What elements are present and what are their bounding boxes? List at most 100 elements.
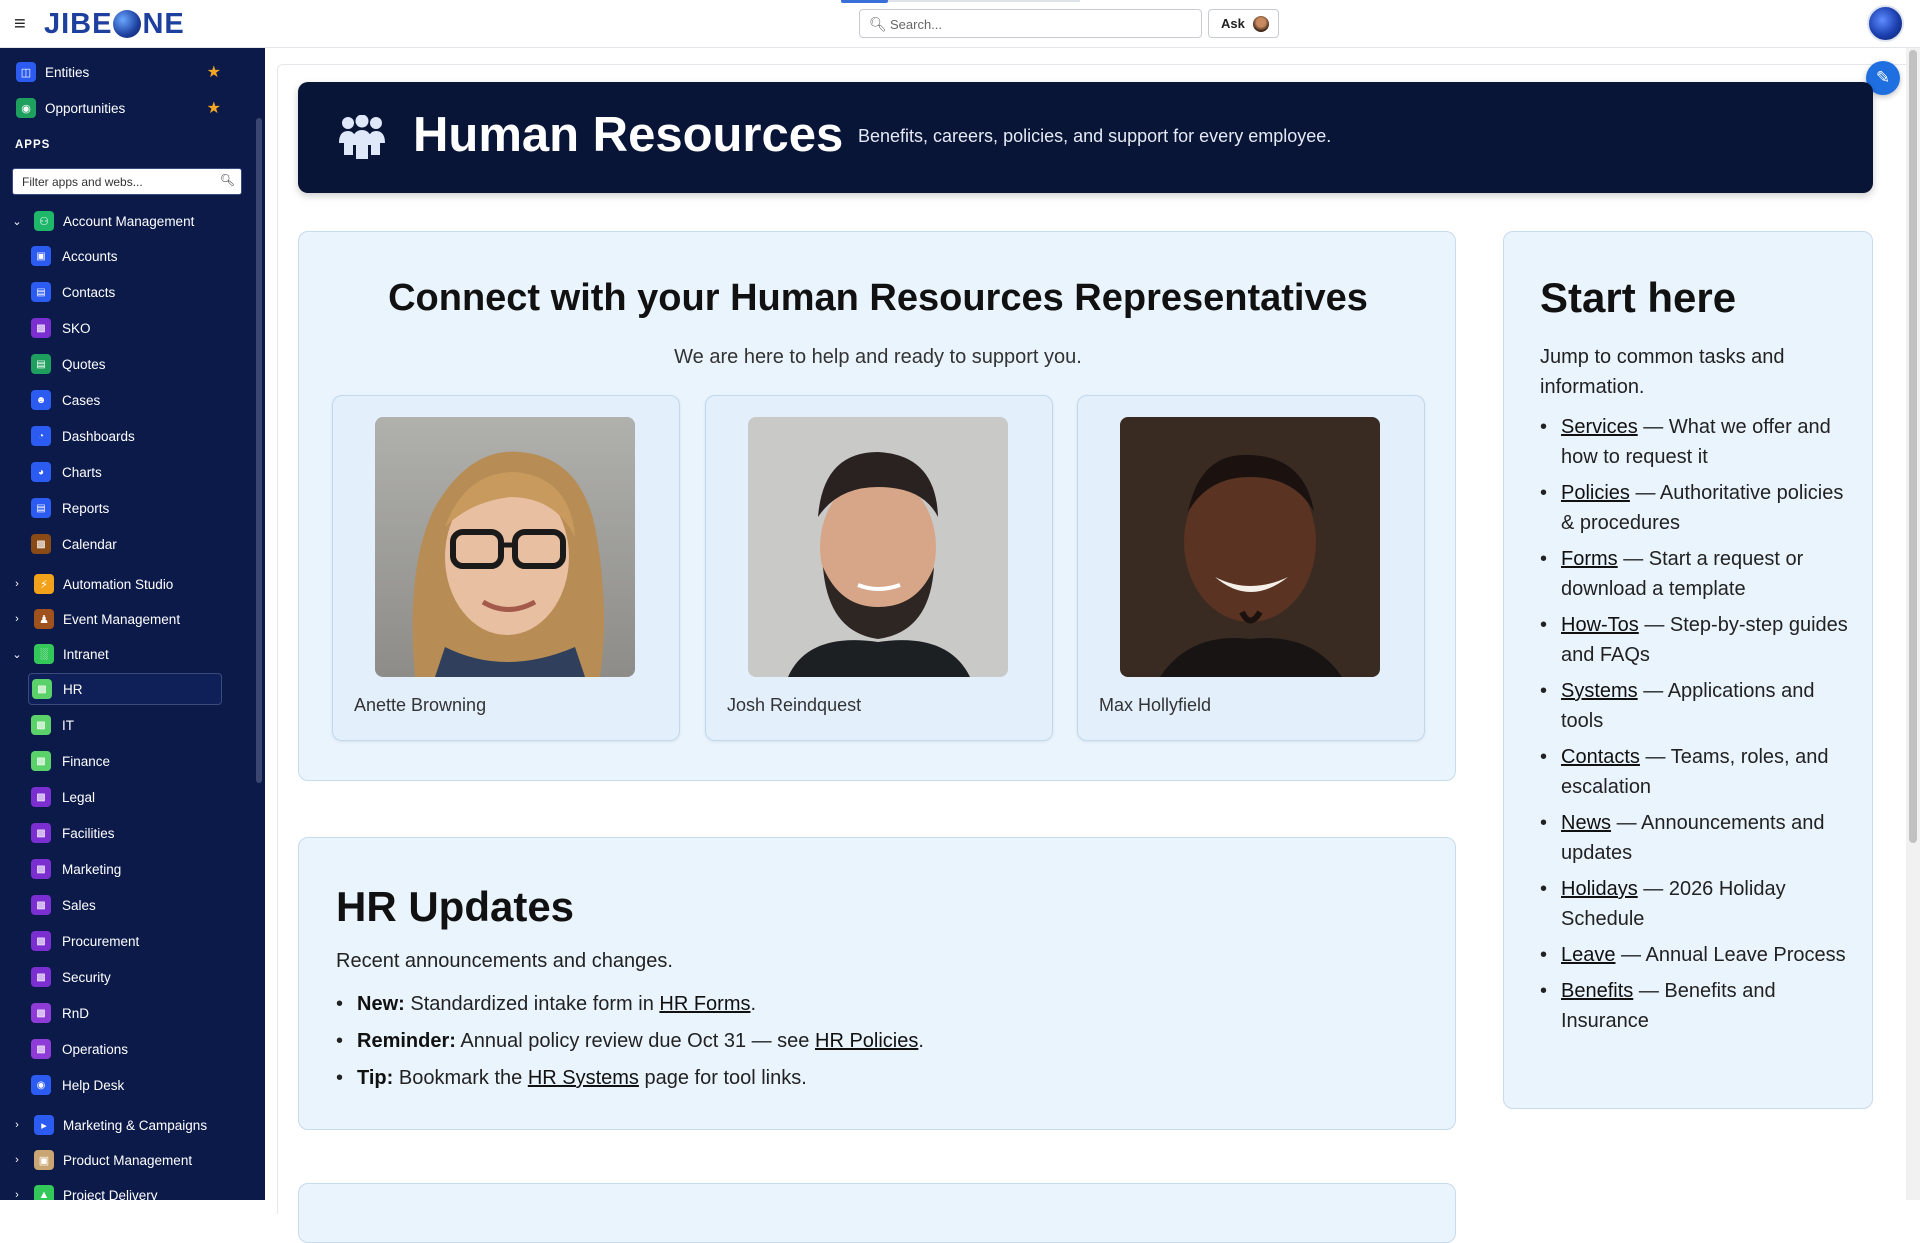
sidebar-item-label: Security: [62, 969, 111, 985]
sidebar-item-procurement[interactable]: ▩ Procurement: [28, 925, 222, 957]
sidebar-item-it[interactable]: ▩ IT: [28, 709, 222, 741]
section-subtitle: We are here to help and ready to support…: [674, 346, 1082, 368]
sidebar-item-charts[interactable]: ◕ Charts: [28, 456, 222, 488]
services-link[interactable]: Services: [1561, 416, 1638, 438]
global-search[interactable]: 🔍︎: [859, 9, 1202, 38]
sidebar-scrollbar[interactable]: [256, 118, 262, 783]
policies-link[interactable]: Policies: [1561, 482, 1630, 504]
news-link[interactable]: News: [1561, 812, 1611, 834]
sidebar-item-legal[interactable]: ▩ Legal: [28, 781, 222, 813]
list-item: Policies — Authoritative policies & proc…: [1540, 478, 1850, 538]
update-text: Standardized intake form in: [404, 993, 660, 1015]
benefits-link[interactable]: Benefits: [1561, 980, 1633, 1002]
list-item: Holidays — 2026 Holiday Schedule: [1540, 874, 1850, 934]
holidays-link[interactable]: Holidays: [1561, 878, 1638, 900]
ask-button[interactable]: Ask: [1208, 9, 1279, 38]
group-event-management[interactable]: › ♟ Event Management: [8, 605, 243, 633]
chevron-right-icon: ›: [15, 578, 19, 590]
sidebar-item-label: Finance: [62, 753, 111, 769]
folder-icon: ▩: [31, 751, 51, 771]
update-prefix: Tip:: [357, 1067, 394, 1089]
group-project-delivery[interactable]: › ▲ Project Delivery: [8, 1181, 243, 1200]
page-scrollbar[interactable]: [1906, 48, 1920, 1200]
app-filter[interactable]: 🔍︎: [12, 168, 242, 195]
folder-icon: ▩: [31, 534, 51, 554]
list-item: Benefits — Benefits and Insurance: [1540, 976, 1850, 1036]
start-here-section: Start here Jump to common tasks and info…: [1503, 231, 1873, 1109]
group-label: Account Management: [63, 213, 195, 229]
user-avatar[interactable]: [1867, 5, 1904, 42]
leave-link[interactable]: Leave: [1561, 944, 1616, 966]
sidebar-item-security[interactable]: ▩ Security: [28, 961, 222, 993]
sidebar-item-finance[interactable]: ▩ Finance: [28, 745, 222, 777]
rep-photo: [748, 417, 1008, 677]
group-marketing-campaigns[interactable]: › ▸ Marketing & Campaigns: [8, 1111, 243, 1139]
hr-forms-link[interactable]: HR Forms: [659, 993, 750, 1015]
sidebar-item-accounts[interactable]: ▣ Accounts: [28, 240, 222, 272]
rep-name: Max Hollyfield: [1099, 695, 1212, 715]
sidebar-item-label: Cases: [62, 392, 101, 408]
group-intranet[interactable]: ⌄ ░ Intranet: [8, 640, 243, 668]
forms-link[interactable]: Forms: [1561, 548, 1618, 570]
search-input[interactable]: [890, 14, 1190, 34]
people-icon: ☻: [31, 390, 51, 410]
sidebar-item-sko[interactable]: ▩ SKO: [28, 312, 222, 344]
contact-card-icon: ▤: [31, 282, 51, 302]
star-icon[interactable]: ★: [207, 98, 221, 118]
rep-name: Josh Reindquest: [727, 695, 862, 715]
page-subtitle: Benefits, careers, policies, and support…: [858, 126, 1332, 146]
favorite-entities[interactable]: ◫ Entities ★: [16, 58, 221, 86]
link-description: — Annual Leave Process: [1615, 944, 1846, 966]
favorite-opportunities[interactable]: ◉ Opportunities ★: [16, 94, 221, 122]
how-tos-link[interactable]: How-Tos: [1561, 614, 1639, 636]
sidebar-item-label: Legal: [62, 789, 96, 805]
hr-policies-link[interactable]: HR Policies: [815, 1030, 918, 1052]
scrollbar-thumb[interactable]: [1909, 50, 1917, 843]
menu-icon[interactable]: ≡: [14, 14, 34, 34]
sidebar-item-hr[interactable]: ▩ HR: [28, 673, 222, 705]
update-text: Annual policy review due Oct 31 — see: [455, 1030, 815, 1052]
sidebar-item-label: Procurement: [62, 933, 140, 949]
event-icon: ♟: [34, 609, 54, 629]
list-item: How-Tos — Step-by-step guides and FAQs: [1540, 610, 1850, 670]
sidebar-item-sales[interactable]: ▩ Sales: [28, 889, 222, 921]
section-subtitle: Recent announcements and changes.: [336, 950, 673, 972]
sidebar-item-calendar[interactable]: ▩ Calendar: [28, 528, 222, 560]
sidebar-item-label: Accounts: [62, 248, 118, 264]
group-product-management[interactable]: › ▣ Product Management: [8, 1146, 243, 1174]
sidebar-item-cases[interactable]: ☻ Cases: [28, 384, 222, 416]
sidebar-item-label: HR: [63, 681, 83, 697]
rep-card[interactable]: Josh Reindquest: [705, 395, 1053, 741]
search-icon: 🔍︎: [219, 173, 235, 187]
update-prefix: New:: [357, 993, 405, 1015]
filter-input[interactable]: [22, 173, 217, 191]
group-automation-studio[interactable]: › ⚡︎ Automation Studio: [8, 570, 243, 598]
section-title: HR Updates: [336, 883, 575, 930]
sidebar-item-facilities[interactable]: ▩ Facilities: [28, 817, 222, 849]
logo[interactable]: JIBE NE: [44, 7, 185, 40]
sidebar-item-dashboards[interactable]: ◔ Dashboards: [28, 420, 222, 452]
folder-icon: ▩: [32, 679, 52, 699]
list-item: Forms — Start a request or download a te…: [1540, 544, 1850, 604]
sidebar-item-contacts[interactable]: ▤ Contacts: [28, 276, 222, 308]
star-icon[interactable]: ★: [207, 62, 221, 82]
sidebar-item-reports[interactable]: ▤ Reports: [28, 492, 222, 524]
systems-link[interactable]: Systems: [1561, 680, 1638, 702]
apps-heading: APPS: [15, 139, 51, 151]
hr-systems-link[interactable]: HR Systems: [528, 1067, 639, 1089]
sidebar-item-operations[interactable]: ▩ Operations: [28, 1033, 222, 1065]
next-section-card: [298, 1183, 1456, 1243]
sidebar-item-quotes[interactable]: ▤ Quotes: [28, 348, 222, 380]
sidebar-item-rnd[interactable]: ▩ RnD: [28, 997, 222, 1029]
sidebar-item-label: Sales: [62, 897, 96, 913]
chevron-right-icon: ›: [15, 1154, 19, 1166]
group-account-management[interactable]: ⌄ ⚇ Account Management: [8, 207, 243, 235]
sidebar-item-marketing[interactable]: ▩ Marketing: [28, 853, 222, 885]
rep-card[interactable]: Max Hollyfield: [1077, 395, 1425, 741]
contacts-link[interactable]: Contacts: [1561, 746, 1640, 768]
logo-text-right: NE: [142, 7, 185, 40]
hr-updates-section: HR Updates Recent announcements and chan…: [298, 837, 1456, 1130]
sidebar-item-help-desk[interactable]: ◉ Help Desk: [28, 1069, 222, 1101]
pencil-icon: ✎: [1875, 68, 1891, 87]
rep-card[interactable]: Anette Browning: [332, 395, 680, 741]
